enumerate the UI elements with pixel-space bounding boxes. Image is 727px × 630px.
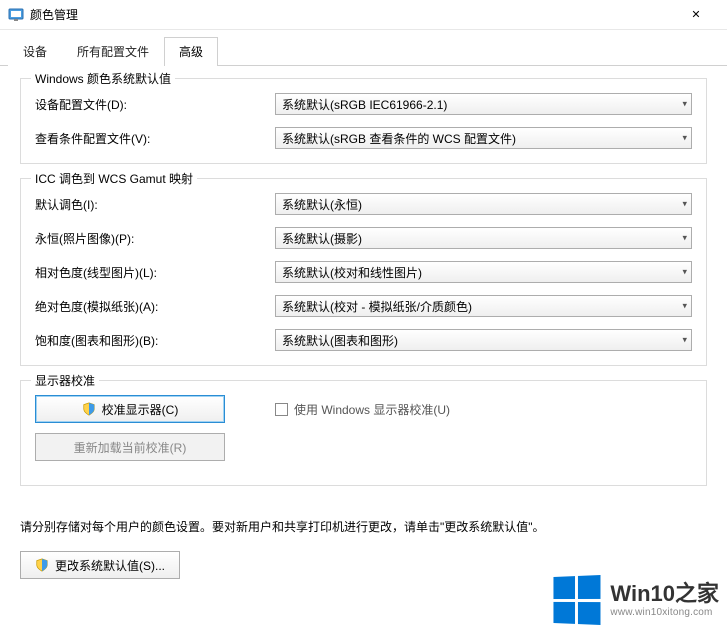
- chevron-down-icon: ▾: [682, 301, 687, 312]
- window-title: 颜色管理: [30, 6, 673, 23]
- chevron-down-icon: ▾: [682, 233, 687, 244]
- absolute-label: 绝对色度(模拟纸张)(A):: [35, 298, 275, 315]
- select-value: 系统默认(摄影): [282, 230, 362, 247]
- tab-devices[interactable]: 设备: [8, 37, 62, 66]
- device-profile-label: 设备配置文件(D):: [35, 96, 275, 113]
- group-legend: ICC 调色到 WCS Gamut 映射: [31, 170, 197, 187]
- absolute-select[interactable]: 系统默认(校对 - 模拟纸张/介质颜色) ▾: [275, 295, 692, 317]
- group-display-calibration: 显示器校准 校准显示器(C) 使用 Windows 显示器校准(U) 重新加载当…: [20, 380, 707, 486]
- saturation-label: 饱和度(图表和图形)(B):: [35, 332, 275, 349]
- select-value: 系统默认(sRGB IEC61966-2.1): [282, 96, 447, 113]
- watermark-title: Win10之家: [610, 582, 719, 606]
- calibrate-display-button[interactable]: 校准显示器(C): [35, 395, 225, 423]
- close-button[interactable]: ✕: [673, 0, 719, 30]
- button-label: 校准显示器(C): [102, 401, 179, 418]
- default-intent-select[interactable]: 系统默认(永恒) ▾: [275, 193, 692, 215]
- group-legend: 显示器校准: [31, 372, 99, 389]
- default-intent-label: 默认调色(I):: [35, 196, 275, 213]
- checkbox-box: [275, 403, 288, 416]
- chevron-down-icon: ▾: [682, 99, 687, 110]
- tab-strip: 设备 所有配置文件 高级: [0, 30, 727, 66]
- content-area: Windows 颜色系统默认值 设备配置文件(D): 系统默认(sRGB IEC…: [0, 66, 727, 512]
- relative-label: 相对色度(线型图片)(L):: [35, 264, 275, 281]
- shield-icon: [35, 558, 49, 572]
- tab-advanced[interactable]: 高级: [164, 37, 218, 66]
- select-value: 系统默认(sRGB 查看条件的 WCS 配置文件): [282, 130, 516, 147]
- button-label: 重新加载当前校准(R): [74, 439, 187, 456]
- color-management-icon: [8, 7, 24, 23]
- tab-all-profiles[interactable]: 所有配置文件: [62, 37, 164, 66]
- reload-calibration-button: 重新加载当前校准(R): [35, 433, 225, 461]
- watermark: Win10之家 www.win10xitong.com: [552, 576, 719, 624]
- group-legend: Windows 颜色系统默认值: [31, 70, 175, 87]
- checkbox-label: 使用 Windows 显示器校准(U): [294, 401, 450, 418]
- perceptual-label: 永恒(照片图像)(P):: [35, 230, 275, 247]
- use-windows-calibration-checkbox[interactable]: 使用 Windows 显示器校准(U): [275, 401, 450, 418]
- viewing-profile-select[interactable]: 系统默认(sRGB 查看条件的 WCS 配置文件) ▾: [275, 127, 692, 149]
- note-text: 请分别存储对每个用户的颜色设置。要对新用户和共享打印机进行更改，请单击"更改系统…: [20, 518, 707, 537]
- saturation-select[interactable]: 系统默认(图表和图形) ▾: [275, 329, 692, 351]
- select-value: 系统默认(永恒): [282, 196, 362, 213]
- select-value: 系统默认(图表和图形): [282, 332, 398, 349]
- select-value: 系统默认(校对 - 模拟纸张/介质颜色): [282, 298, 472, 315]
- chevron-down-icon: ▾: [682, 199, 687, 210]
- chevron-down-icon: ▾: [682, 133, 687, 144]
- change-system-defaults-button[interactable]: 更改系统默认值(S)...: [20, 551, 180, 579]
- perceptual-select[interactable]: 系统默认(摄影) ▾: [275, 227, 692, 249]
- windows-logo-icon: [554, 575, 601, 625]
- select-value: 系统默认(校对和线性图片): [282, 264, 422, 281]
- viewing-profile-label: 查看条件配置文件(V):: [35, 130, 275, 147]
- close-icon: ✕: [691, 8, 700, 21]
- shield-icon: [82, 402, 96, 416]
- watermark-url: www.win10xitong.com: [610, 607, 719, 618]
- device-profile-select[interactable]: 系统默认(sRGB IEC61966-2.1) ▾: [275, 93, 692, 115]
- button-label: 更改系统默认值(S)...: [55, 557, 165, 574]
- group-windows-color-defaults: Windows 颜色系统默认值 设备配置文件(D): 系统默认(sRGB IEC…: [20, 78, 707, 164]
- group-icc-wcs-gamut: ICC 调色到 WCS Gamut 映射 默认调色(I): 系统默认(永恒) ▾…: [20, 178, 707, 366]
- chevron-down-icon: ▾: [682, 335, 687, 346]
- titlebar: 颜色管理 ✕: [0, 0, 727, 30]
- chevron-down-icon: ▾: [682, 267, 687, 278]
- relative-select[interactable]: 系统默认(校对和线性图片) ▾: [275, 261, 692, 283]
